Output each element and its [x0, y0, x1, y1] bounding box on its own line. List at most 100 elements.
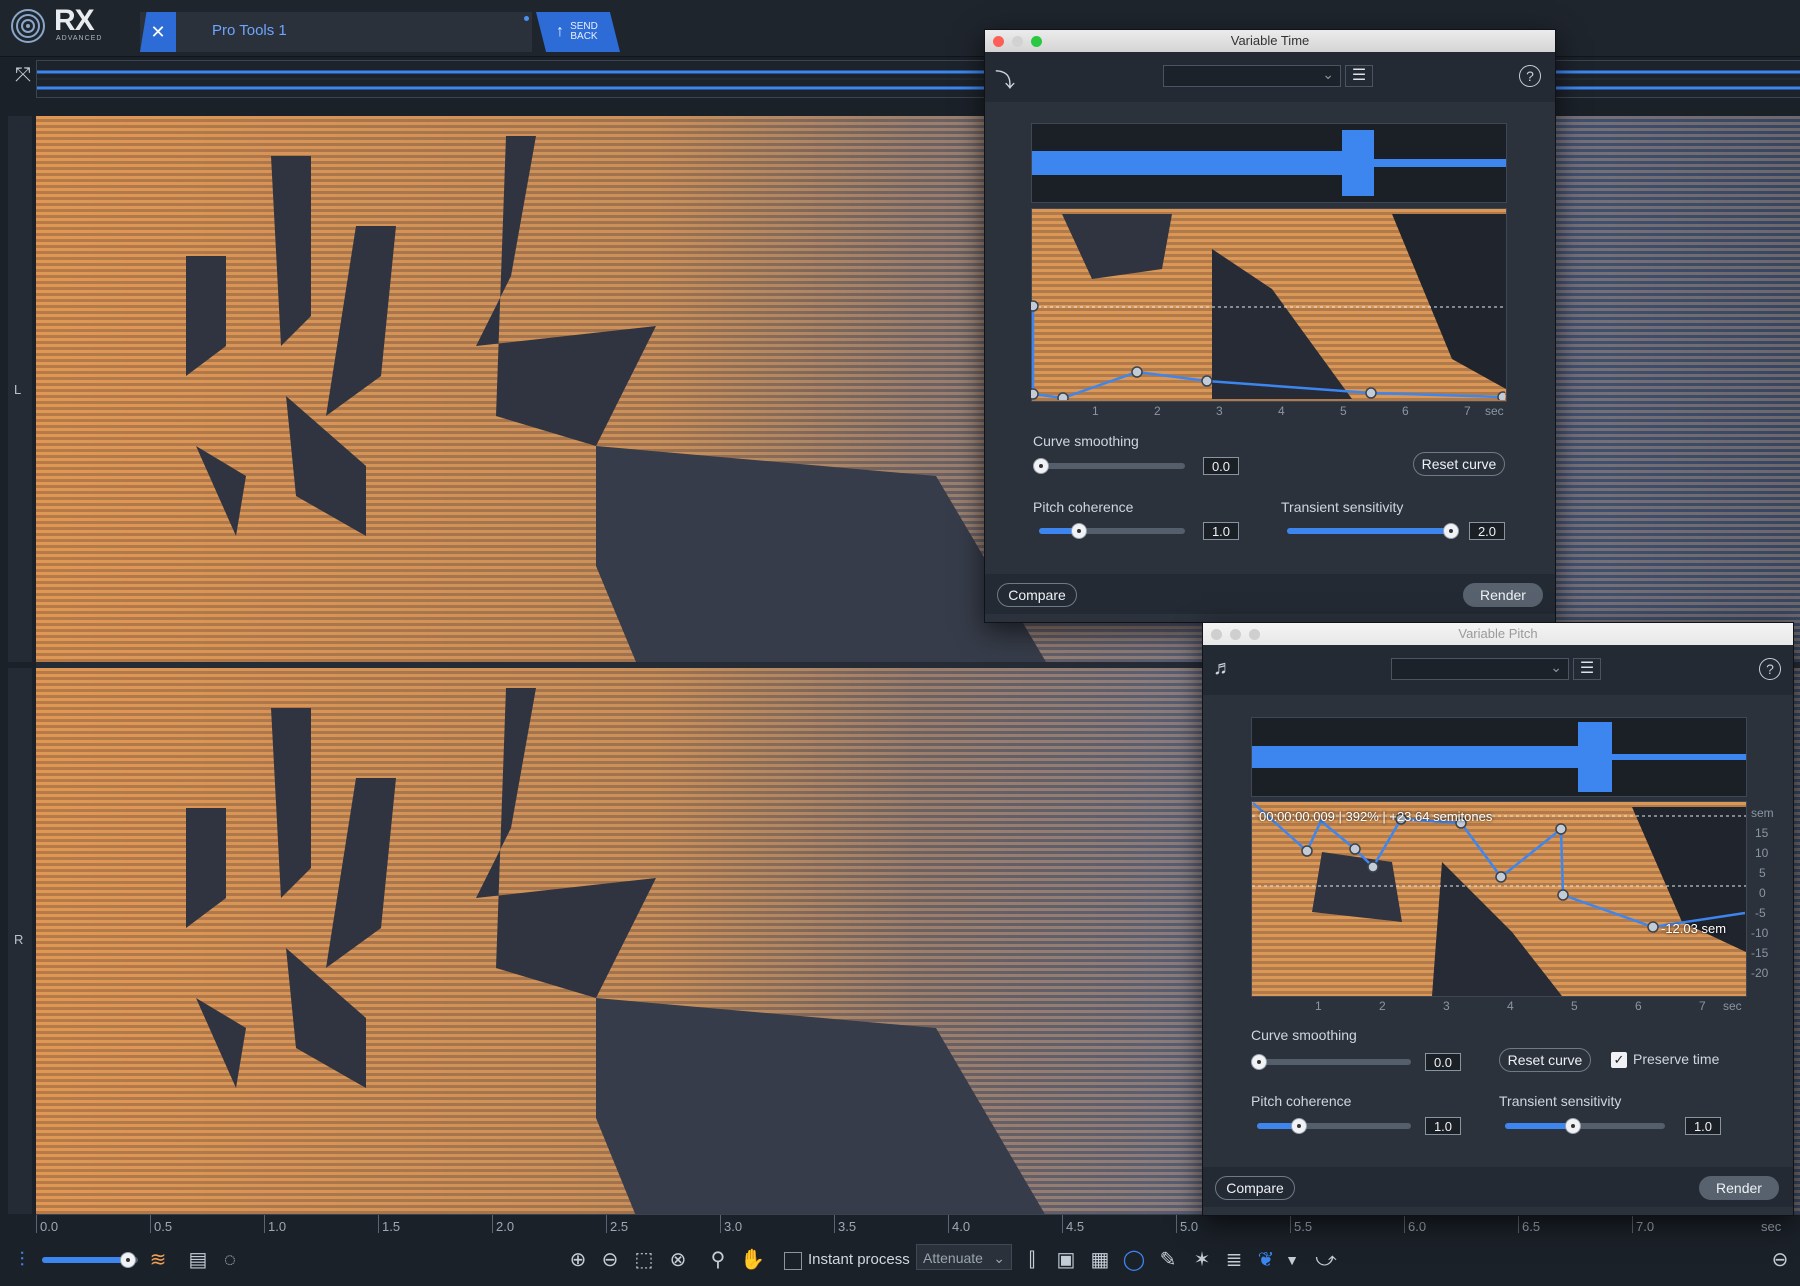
curve-point[interactable]	[1031, 300, 1039, 312]
chat-icon[interactable]: ◌	[218, 1248, 242, 1272]
brush-icon[interactable]: ✎	[1156, 1248, 1180, 1272]
curve-point[interactable]	[1349, 843, 1361, 855]
instant-process-checkbox[interactable]	[784, 1252, 802, 1270]
curve-point[interactable]	[1131, 366, 1143, 378]
sem-axis-label: -10	[1751, 926, 1769, 940]
channel-label-right: R	[14, 932, 24, 947]
sem-axis-label: 0	[1759, 886, 1766, 900]
pitch-coherence-slider[interactable]	[1039, 523, 1185, 539]
spectrogram-view-icon[interactable]: ≋	[146, 1248, 170, 1272]
reset-curve-button[interactable]: Reset curve	[1413, 452, 1505, 476]
curve-point[interactable]	[1365, 387, 1377, 399]
axis-label: 7	[1464, 404, 1471, 418]
sem-axis-label: -20	[1751, 966, 1769, 980]
curve-point[interactable]	[1301, 845, 1313, 857]
instant-process-mode-select[interactable]: Attenuate ⌄	[916, 1244, 1012, 1270]
axis-label: 1	[1092, 404, 1099, 418]
transient-sensitivity-value[interactable]: 2.0	[1469, 522, 1505, 540]
hand-icon[interactable]: ✋	[740, 1248, 765, 1272]
variable-time-titlebar[interactable]: Variable Time	[985, 30, 1555, 52]
waveform-view-icon[interactable]: ⫶	[10, 1248, 34, 1272]
preset-menu-button[interactable]: ☰	[1345, 65, 1373, 87]
waveform-preview	[1251, 717, 1747, 797]
chevron-down-icon: ⌄	[1550, 659, 1562, 675]
curve-point[interactable]	[1647, 921, 1659, 933]
axis-label: 3	[1216, 404, 1223, 418]
point-value-label: -12.03 sem	[1661, 921, 1727, 936]
curve-point[interactable]	[1367, 861, 1379, 873]
axis-label: 4	[1278, 404, 1285, 418]
feather-icon[interactable]: ❦	[1254, 1248, 1278, 1272]
reset-curve-button[interactable]: Reset curve	[1499, 1048, 1591, 1072]
curve-point[interactable]	[1495, 871, 1507, 883]
lasso-icon[interactable]: ◯	[1122, 1248, 1146, 1272]
transient-sensitivity-value[interactable]: 1.0	[1685, 1117, 1721, 1135]
zoom-out-icon[interactable]: ⊖	[598, 1248, 622, 1272]
preset-menu-button[interactable]: ☰	[1573, 658, 1601, 680]
render-button[interactable]: Render	[1699, 1176, 1779, 1200]
spectrogram-blend-slider[interactable]	[42, 1252, 138, 1268]
pitch-coherence-value[interactable]: 1.0	[1203, 522, 1239, 540]
curve-point[interactable]	[1201, 375, 1213, 387]
pitch-curve[interactable]	[1251, 801, 1745, 995]
zoom-window-icon[interactable]	[1249, 629, 1260, 640]
close-window-icon[interactable]	[993, 36, 1004, 47]
transient-sensitivity-label: Transient sensitivity	[1499, 1093, 1622, 1109]
curve-smoothing-slider[interactable]	[1251, 1054, 1411, 1070]
frequency-selection-icon[interactable]: ▣	[1054, 1248, 1078, 1272]
render-button[interactable]: Render	[1463, 583, 1543, 607]
curve-point[interactable]	[1557, 889, 1569, 901]
sem-axis-label: -5	[1755, 906, 1766, 920]
help-icon[interactable]: ?	[1519, 65, 1541, 87]
time-ruler[interactable]: 0.0 0.5 1.0 1.5 2.0 2.5 3.0 3.5 4.0 4.5 …	[36, 1214, 1800, 1237]
minimize-window-icon[interactable]	[1230, 629, 1241, 640]
send-back-button[interactable]: ↑ SEND BACK	[536, 12, 620, 52]
zoom-fit-icon[interactable]: ⊗	[666, 1248, 690, 1272]
preset-select[interactable]: ⌄	[1163, 65, 1341, 87]
curve-smoothing-value[interactable]: 0.0	[1203, 457, 1239, 475]
curve-point[interactable]	[1031, 388, 1039, 400]
axis-label: 6	[1635, 999, 1642, 1013]
magic-wand-icon[interactable]: ✶	[1190, 1248, 1214, 1272]
zoom-in-icon[interactable]: ⊕	[566, 1248, 590, 1272]
harmonic-selection-icon[interactable]: ≣	[1222, 1248, 1246, 1272]
pitch-coherence-slider[interactable]	[1257, 1118, 1411, 1134]
close-window-icon[interactable]	[1211, 629, 1222, 640]
sem-axis-label: -15	[1751, 946, 1769, 960]
preserve-time-checkbox[interactable]: ✓	[1611, 1052, 1627, 1068]
minimize-window-icon[interactable]	[1012, 36, 1023, 47]
file-info-icon[interactable]: ▤	[186, 1248, 210, 1272]
curve-point[interactable]	[1497, 391, 1505, 400]
app-logo: RX	[54, 4, 95, 37]
zoom-out-corner-icon[interactable]: ⊖	[1768, 1248, 1792, 1272]
curve-smoothing-value[interactable]: 0.0	[1425, 1053, 1461, 1071]
arrow-up-icon: ↑	[556, 23, 564, 40]
transient-sensitivity-slider[interactable]	[1505, 1118, 1665, 1134]
compare-button[interactable]: Compare	[1215, 1176, 1295, 1200]
zoom-window-icon[interactable]	[1031, 36, 1042, 47]
curve-smoothing-slider[interactable]	[1033, 458, 1185, 474]
preset-select[interactable]: ⌄	[1391, 658, 1569, 680]
axis-label: 3	[1443, 999, 1450, 1013]
curve-point[interactable]	[1057, 392, 1069, 400]
transient-sensitivity-slider[interactable]	[1287, 523, 1459, 539]
axis-label: 7	[1699, 999, 1706, 1013]
time-selection-icon[interactable]: ⫿	[1020, 1248, 1044, 1272]
zoom-selection-icon[interactable]: ⬚	[632, 1248, 656, 1272]
variable-pitch-titlebar[interactable]: Variable Pitch	[1203, 623, 1793, 645]
collapse-overview-icon[interactable]: ⤧	[12, 64, 34, 94]
time-frequency-selection-icon[interactable]: ▦	[1088, 1248, 1112, 1272]
curve-tool-icon[interactable]: ⤻	[1314, 1248, 1338, 1272]
time-curve[interactable]	[1031, 208, 1505, 400]
ruler-tick: 7.0	[1632, 1215, 1654, 1234]
magnify-icon[interactable]: ⚲	[706, 1248, 730, 1272]
curve-point[interactable]	[1555, 823, 1567, 835]
chevron-down-icon: ⌄	[993, 1250, 1005, 1266]
compare-button[interactable]: Compare	[997, 583, 1077, 607]
waveform-preview	[1031, 123, 1507, 203]
pitch-coherence-value[interactable]: 1.0	[1425, 1117, 1461, 1135]
host-tab[interactable]	[140, 12, 532, 52]
pitch-coherence-label: Pitch coherence	[1251, 1093, 1352, 1109]
help-icon[interactable]: ?	[1759, 658, 1781, 680]
chevron-down-icon[interactable]: ▼	[1280, 1248, 1304, 1272]
